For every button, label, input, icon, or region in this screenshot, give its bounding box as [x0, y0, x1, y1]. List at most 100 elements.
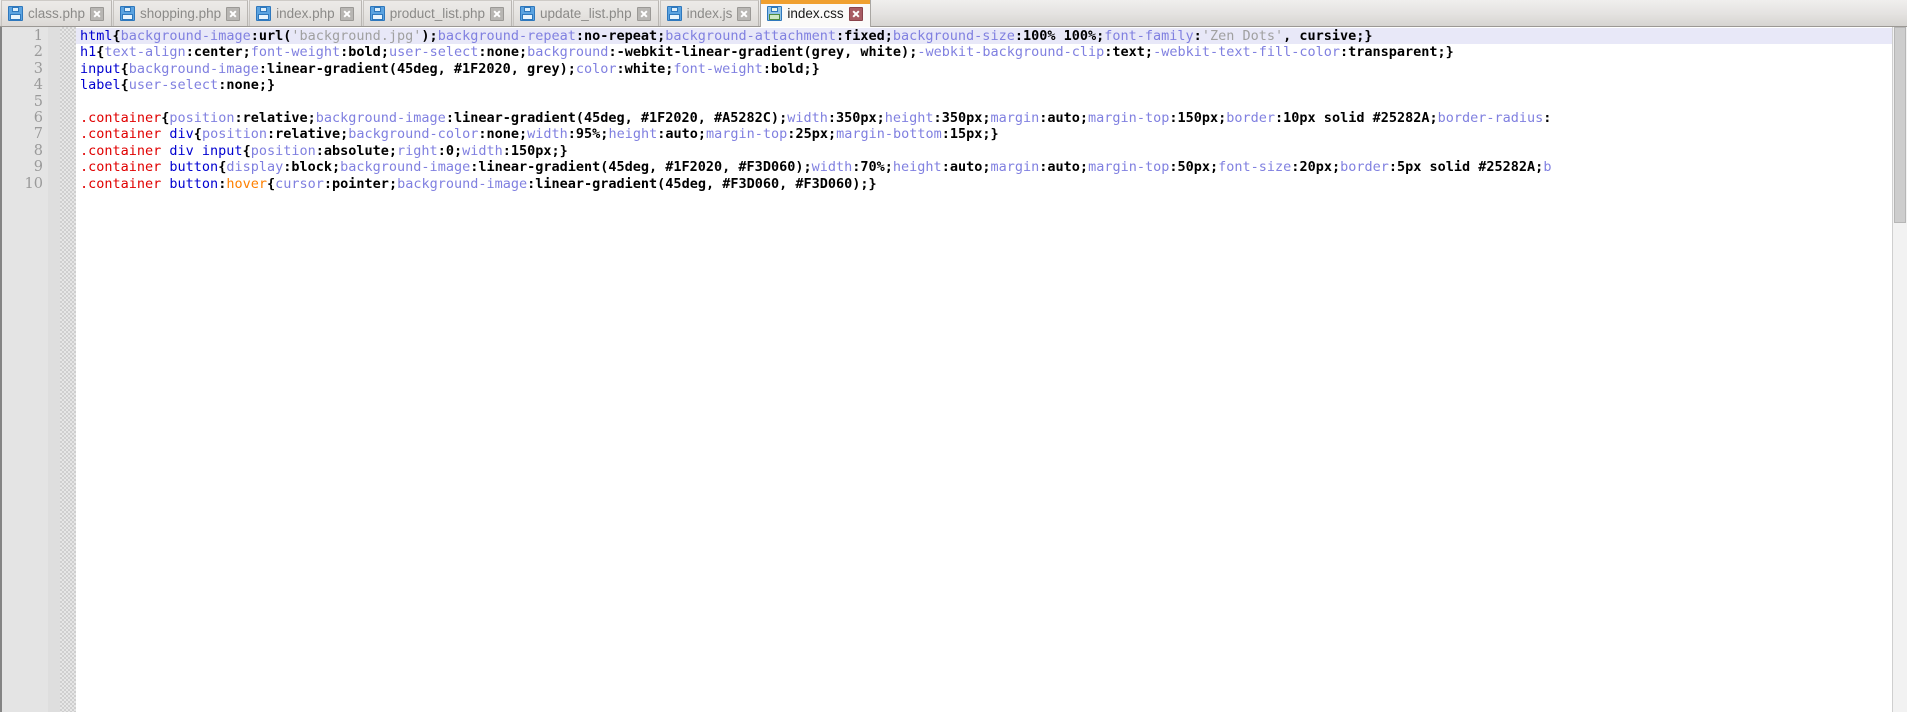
code-token-punc: ;: [388, 175, 398, 192]
code-token-val: 95%: [575, 126, 601, 143]
code-line[interactable]: h1{text-align:center;font-weight:bold;us…: [76, 44, 1905, 60]
editor-tab-product_list-php[interactable]: product_list.php: [362, 0, 512, 26]
code-token-prop: background-size: [892, 28, 1015, 44]
code-token-punc: {: [266, 175, 276, 192]
code-editor-pane[interactable]: 1 2 3 4 5 6 7 8 9 10 html{background-image:url('b…: [0, 27, 1907, 712]
code-token-prop: margin: [990, 109, 1040, 126]
code-token-prop: right: [397, 142, 438, 159]
close-icon[interactable]: [737, 6, 752, 21]
code-token-val: , cursive;}: [1283, 28, 1373, 44]
code-token-val: 0: [445, 142, 454, 159]
code-token-punc: ;: [380, 44, 389, 61]
code-token-val: 150px;}: [510, 142, 568, 159]
close-icon[interactable]: [339, 6, 354, 21]
gutter-spacer: [48, 27, 60, 712]
code-token-val: auto: [1047, 109, 1080, 126]
code-token-val: text: [1112, 44, 1145, 61]
close-icon[interactable]: [90, 6, 105, 21]
code-line[interactable]: .container button:hover{cursor:pointer;b…: [76, 176, 1905, 192]
code-token-punc: :: [1388, 159, 1398, 176]
code-token-punc: ;: [803, 159, 812, 176]
line-number: 10: [24, 175, 43, 192]
code-token-punc: :: [1014, 28, 1023, 44]
code-line[interactable]: .container{position:relative;background-…: [76, 110, 1905, 126]
code-token-prop: color: [575, 60, 617, 77]
floppy-disk-icon: [256, 6, 272, 21]
code-token-prop: height: [884, 109, 934, 126]
code-token-prop: height: [892, 159, 942, 176]
code-token-prop: text-align: [104, 44, 186, 61]
code-token-sel: button: [169, 159, 219, 176]
code-token-punc: ;: [332, 159, 341, 176]
code-token-val: transparent;}: [1348, 44, 1454, 61]
line-number: 4: [33, 77, 43, 94]
code-line[interactable]: .container div{position:relative;backgro…: [76, 126, 1905, 142]
code-token-prop: margin-top: [1088, 109, 1170, 126]
code-token-punc: ;: [307, 109, 316, 126]
code-token-punc: :: [266, 126, 276, 143]
code-token-punc: ;: [1210, 159, 1219, 176]
line-number: 7: [33, 126, 43, 143]
code-token-prop: margin-top: [1088, 159, 1170, 176]
code-line[interactable]: html{background-image:url('background.jp…: [76, 28, 1905, 45]
code-token-prop: border-radius: [1437, 109, 1544, 126]
code-token-punc: ;: [779, 109, 788, 126]
code-token-punc: ;: [388, 142, 398, 159]
code-token-sel: input: [80, 60, 121, 77]
code-token-punc: {: [120, 60, 129, 77]
close-icon[interactable]: [848, 6, 863, 21]
vertical-scrollbar-thumb[interactable]: [1894, 27, 1906, 223]
code-line[interactable]: [76, 94, 1905, 110]
code-token-prop: margin: [990, 159, 1040, 176]
code-token-val: -webkit-linear-gradient(grey, white): [616, 44, 910, 61]
code-token-prop: background-image: [340, 159, 471, 176]
code-token-punc: {: [112, 28, 121, 44]
code-token-punc: ;: [1429, 109, 1438, 126]
close-icon[interactable]: [636, 6, 651, 21]
editor-tab-index-php[interactable]: index.php: [249, 0, 362, 26]
code-token-punc: :: [315, 142, 324, 159]
code-token-punc: ;: [242, 44, 251, 61]
code-token-punc: ;: [1079, 159, 1089, 176]
fold-margin[interactable]: [60, 27, 76, 712]
code-token-punc: :: [567, 126, 576, 143]
code-token-val: pointer: [332, 175, 389, 192]
code-token-prop: background-attachment: [665, 28, 836, 44]
code-token-sel: button: [169, 175, 219, 192]
code-token-prop: width: [527, 126, 568, 143]
close-icon[interactable]: [226, 6, 241, 21]
code-token-class: .container: [80, 109, 162, 126]
code-token-punc: :: [616, 60, 625, 77]
code-token-val: 350px: [941, 109, 983, 126]
code-token-punc: :: [1193, 28, 1202, 44]
code-token-punc: :: [762, 60, 771, 77]
editor-tab-index-css[interactable]: index.css: [760, 0, 871, 27]
code-token-punc: ;: [876, 109, 885, 126]
editor-tab-update_list-php[interactable]: update_list.php: [513, 0, 659, 26]
vertical-scrollbar[interactable]: [1892, 27, 1907, 712]
editor-tab-shopping-php[interactable]: shopping.php: [113, 0, 249, 26]
code-line[interactable]: .container button{display:block;backgrou…: [76, 159, 1905, 175]
code-token-prop: background-color: [348, 126, 479, 143]
code-token-punc: ;: [1144, 44, 1154, 61]
code-token-val: linear-gradient(45deg, #F3D060, #F3D060)…: [535, 175, 877, 192]
code-line[interactable]: input{background-image:linear-gradient(4…: [76, 61, 1905, 77]
code-token-punc: :: [445, 109, 454, 126]
code-text-area[interactable]: html{background-image:url('background.jp…: [76, 27, 1905, 712]
code-token-punc: :: [258, 60, 267, 77]
code-line[interactable]: label{user-select:none;}: [76, 77, 1905, 93]
code-token-val: url: [258, 28, 284, 44]
code-token-val: 150px: [1177, 109, 1219, 126]
code-line[interactable]: .container div input{position:absolute;r…: [76, 143, 1905, 159]
code-token-punc: {: [193, 126, 202, 143]
code-token-prop: width: [811, 159, 853, 176]
floppy-disk-icon: [520, 6, 535, 21]
close-icon[interactable]: [490, 6, 504, 21]
code-token-val: 100% 100%: [1022, 28, 1097, 44]
code-token-sel: h1: [80, 44, 97, 61]
editor-tab-label: product_list.php: [389, 6, 485, 21]
editor-tab-class-php[interactable]: class.php: [1, 0, 113, 26]
code-token-prop: font-size: [1218, 159, 1292, 176]
editor-tab-index-js[interactable]: index.js: [659, 0, 760, 26]
code-token-prop: display: [226, 159, 284, 176]
